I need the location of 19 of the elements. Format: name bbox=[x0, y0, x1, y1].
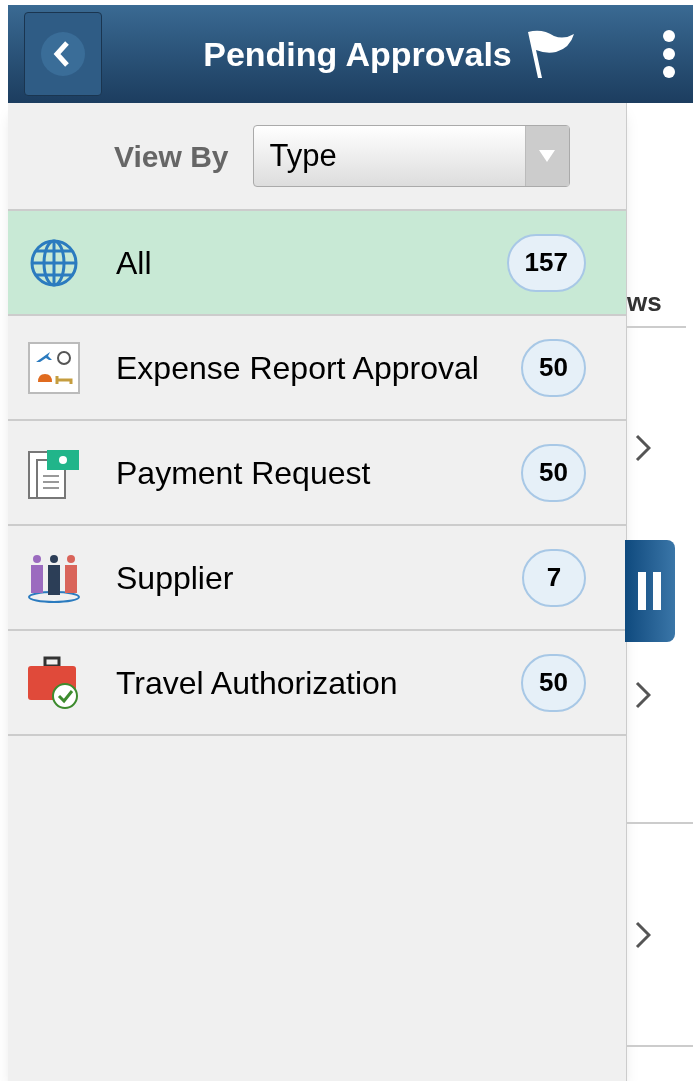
approval-type-item[interactable]: Supplier 7 bbox=[8, 526, 626, 631]
approval-type-item[interactable]: All 157 bbox=[8, 211, 626, 316]
page-title: Pending Approvals bbox=[203, 33, 512, 75]
count-badge: 157 bbox=[506, 233, 586, 292]
approval-type-item[interactable]: Expense Report Approval 50 bbox=[8, 316, 626, 421]
count-badge: 50 bbox=[521, 338, 586, 397]
item-label: Payment Request bbox=[115, 453, 372, 493]
view-by-dropdown[interactable]: Type bbox=[252, 125, 570, 187]
approval-type-item[interactable]: Payment Request 50 bbox=[8, 421, 626, 526]
item-label: Expense Report Approval bbox=[115, 348, 480, 388]
count-badge: 50 bbox=[521, 443, 586, 502]
item-label: Supplier bbox=[115, 558, 235, 598]
column-heading: ws bbox=[627, 283, 686, 328]
approval-type-item[interactable]: Travel Authorization 50 bbox=[8, 631, 626, 736]
item-label: All bbox=[115, 243, 153, 283]
count-badge: 7 bbox=[522, 548, 586, 607]
view-by-label: View By bbox=[114, 138, 229, 175]
count-badge: 50 bbox=[521, 653, 586, 712]
item-label: Travel Authorization bbox=[115, 663, 399, 703]
